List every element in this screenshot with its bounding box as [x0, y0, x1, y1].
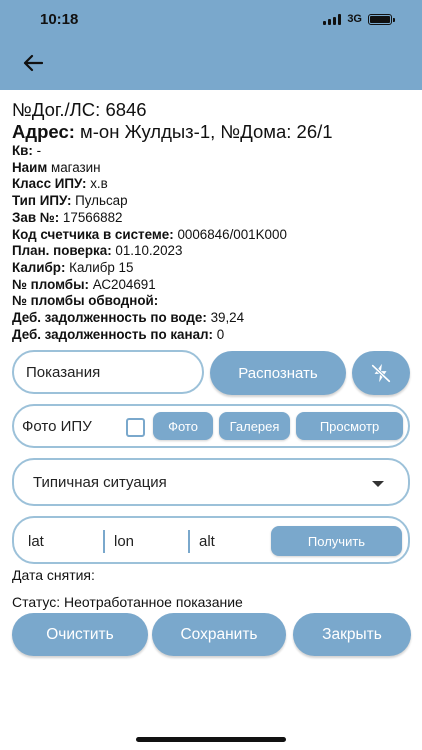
info-row-system-code: Код счетчика в системе: 0006846/001K000	[12, 227, 416, 244]
info-value: 17566882	[62, 209, 123, 225]
info-row-meter-class: Класс ИПУ: х.в	[12, 176, 416, 193]
info-value: 0006846/001K000	[177, 226, 287, 242]
alt-field[interactable]: alt	[199, 533, 215, 550]
get-location-button[interactable]: Получить	[271, 526, 402, 556]
status-bar: 10:18 3G	[0, 0, 422, 38]
status-time: 10:18	[40, 11, 79, 28]
info-value: АС204691	[92, 276, 156, 292]
flash-off-icon	[371, 363, 391, 383]
address-label: Адрес:	[12, 121, 75, 142]
info-value: 39,24	[210, 310, 245, 326]
info-row-apartment: Кв: -	[12, 143, 416, 160]
lat-field[interactable]: lat	[28, 533, 44, 550]
info-row-bypass-seal: № пломбы обводной:	[12, 293, 416, 310]
save-button[interactable]: Сохранить	[152, 613, 286, 656]
info-value: 01.10.2023	[115, 243, 183, 259]
battery-icon	[368, 13, 395, 25]
caret-down-icon	[372, 481, 384, 487]
info-label: Код счетчика в системе:	[12, 226, 174, 242]
address-value: м-он Жулдыз-1, №Дома: 26/1	[80, 121, 333, 142]
separator	[188, 530, 190, 553]
info-row-water-debt: Деб. задолженность по воде: 39,24	[12, 310, 416, 327]
back-button[interactable]	[20, 52, 46, 74]
info-label: № пломбы:	[12, 276, 89, 292]
info-label: Деб. задолженность по канал:	[12, 326, 214, 342]
info-row-meter-type: Тип ИПУ: Пульсар	[12, 193, 416, 210]
info-label: Деб. задолженность по воде:	[12, 310, 207, 326]
signal-icon	[323, 13, 342, 25]
gallery-button[interactable]: Галерея	[219, 412, 290, 440]
lon-field[interactable]: lon	[114, 533, 134, 550]
flash-toggle-button[interactable]	[352, 351, 410, 395]
info-label: Кв:	[12, 143, 33, 158]
date-label: Дата снятия:	[12, 567, 95, 583]
info-label: План. поверка:	[12, 243, 112, 259]
info-value: 0	[216, 326, 225, 342]
arrow-left-icon	[23, 54, 43, 72]
info-value: Пульсар	[75, 193, 128, 209]
info-row-caliber: Калибр: Калибр 15	[12, 260, 416, 277]
info-row-name: Наим магазин	[12, 160, 416, 177]
info-label: Калибр:	[12, 259, 66, 275]
situation-selected: Типичная ситуация	[33, 474, 167, 491]
info-label: Тип ИПУ:	[12, 193, 72, 209]
info-label: Класс ИПУ:	[12, 176, 87, 192]
info-label: Наим	[12, 159, 48, 175]
address-row: Адрес: м-он Жулдыз-1, №Дома: 26/1	[12, 121, 416, 143]
info-row-sewer-debt: Деб. задолженность по канал: 0	[12, 327, 416, 344]
home-indicator	[136, 737, 286, 742]
app-bar: 10:18 3G	[0, 0, 422, 90]
status-text: Статус: Неотработанное показание	[12, 594, 243, 610]
network-type: 3G	[347, 13, 362, 25]
situation-dropdown[interactable]: Типичная ситуация	[12, 458, 410, 506]
info-label: Зав №:	[12, 209, 60, 225]
meter-info: №Дог./ЛС: 6846 Адрес: м-он Жулдыз-1, №До…	[12, 99, 416, 343]
view-button[interactable]: Просмотр	[296, 412, 403, 440]
status-icons: 3G	[323, 13, 395, 25]
info-value: Калибр 15	[69, 259, 134, 275]
photo-checkbox[interactable]	[126, 418, 145, 437]
info-row-serial: Зав №: 17566882	[12, 210, 416, 227]
info-value: х.в	[90, 176, 108, 192]
clear-button[interactable]: Очистить	[12, 613, 148, 656]
recognize-button[interactable]: Распознать	[210, 351, 346, 395]
close-button[interactable]: Закрыть	[293, 613, 411, 656]
contract-row: №Дог./ЛС: 6846	[12, 99, 416, 121]
separator	[103, 530, 105, 553]
info-label: № пломбы обводной:	[12, 293, 159, 309]
contract-value: 6846	[105, 99, 147, 120]
photo-button[interactable]: Фото	[153, 412, 213, 440]
readings-input[interactable]: Показания	[12, 350, 204, 394]
contract-label: №Дог./ЛС:	[12, 99, 101, 120]
info-row-verification: План. поверка: 01.10.2023	[12, 243, 416, 260]
info-value: магазин	[51, 159, 101, 175]
info-row-seal: № пломбы: АС204691	[12, 277, 416, 294]
photo-label: Фото ИПУ	[22, 418, 92, 435]
info-value: -	[36, 143, 42, 158]
